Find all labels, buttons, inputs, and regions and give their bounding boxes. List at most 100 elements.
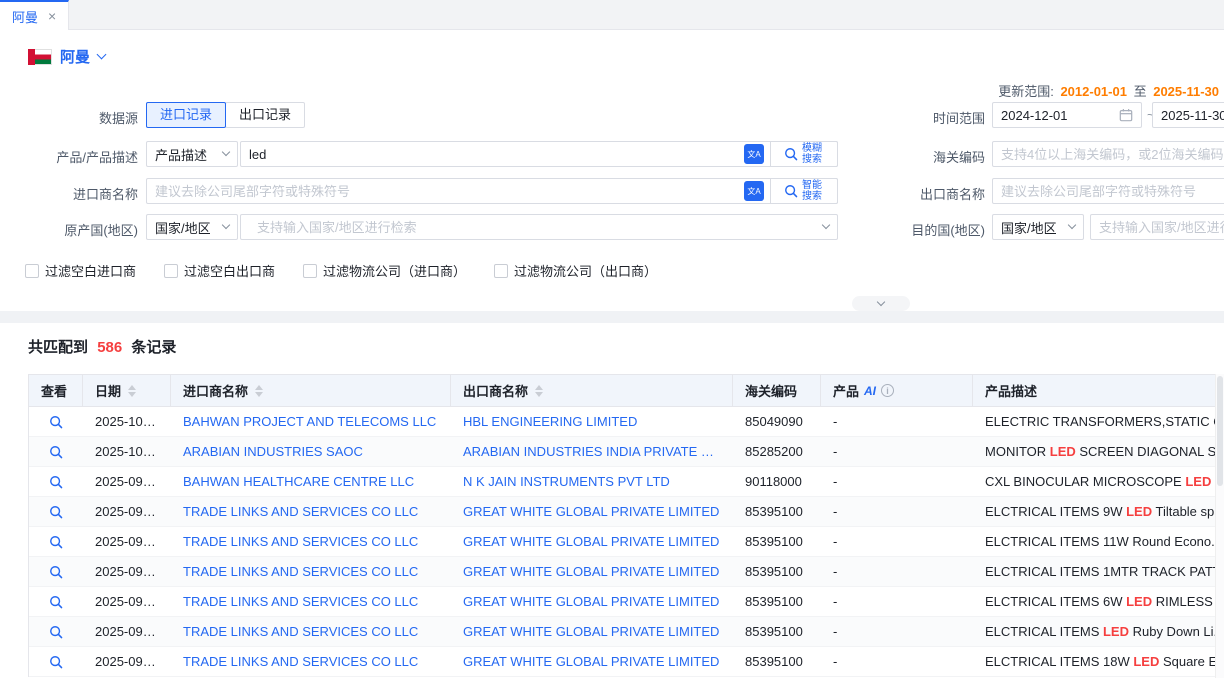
exporter-link[interactable]: GREAT WHITE GLOBAL PRIVATE LIMITED — [451, 594, 733, 609]
time-range-end-input[interactable]: 2025-11-30 — [1152, 102, 1224, 128]
view-magnifier-icon[interactable] — [49, 445, 63, 459]
origin-select-value: 国家/地区 — [155, 218, 211, 237]
exporter-link[interactable]: ARABIAN INDUSTRIES INDIA PRIVATE LIMIT..… — [451, 444, 733, 459]
product-type-select[interactable]: 产品描述 — [146, 141, 238, 167]
importer-link[interactable]: TRADE LINKS AND SERVICES CO LLC — [171, 624, 451, 639]
chevron-down-icon — [877, 298, 885, 306]
view-magnifier-icon[interactable] — [49, 595, 63, 609]
view-cell[interactable] — [29, 475, 83, 489]
hs-code-input[interactable] — [1001, 147, 1224, 162]
view-magnifier-icon[interactable] — [49, 655, 63, 669]
view-magnifier-icon[interactable] — [49, 535, 63, 549]
importer-link[interactable]: TRADE LINKS AND SERVICES CO LLC — [171, 504, 451, 519]
label-origin: 原产国(地区) — [0, 220, 138, 239]
filter-checkbox-2[interactable]: 过滤空白出口商 — [164, 261, 275, 280]
time-range-start-input[interactable]: 2024-12-01 — [992, 102, 1142, 128]
view-magnifier-icon[interactable] — [49, 415, 63, 429]
exporter-link[interactable]: GREAT WHITE GLOBAL PRIVATE LIMITED — [451, 654, 733, 669]
scrollbar-thumb[interactable] — [1217, 376, 1223, 486]
view-magnifier-icon[interactable] — [49, 505, 63, 519]
exporter-link[interactable]: GREAT WHITE GLOBAL PRIVATE LIMITED — [451, 534, 733, 549]
tab-oman[interactable]: 阿曼 × — [0, 0, 69, 30]
date-cell: 2025-10-07 — [83, 444, 171, 459]
checkbox-box[interactable] — [494, 264, 508, 278]
importer-link[interactable]: BAHWAN HEALTHCARE CENTRE LLC — [171, 474, 451, 489]
column-header-3[interactable]: 进口商名称 — [171, 375, 451, 406]
import-records-button[interactable]: 进口记录 — [146, 102, 226, 128]
importer-link[interactable]: ARABIAN INDUSTRIES SAOC — [171, 444, 451, 459]
column-header-2[interactable]: 日期 — [83, 375, 171, 406]
checkbox-label: 过滤空白出口商 — [184, 261, 275, 280]
country-selector[interactable]: 阿曼 — [28, 46, 105, 67]
date-cell: 2025-09-29 — [83, 624, 171, 639]
product-cell: - — [821, 624, 973, 639]
export-records-button[interactable]: 出口记录 — [225, 102, 305, 128]
checkbox-box[interactable] — [25, 264, 39, 278]
ai-badge: AI — [864, 384, 876, 398]
date-cell: 2025-09-29 — [83, 504, 171, 519]
view-cell[interactable] — [29, 565, 83, 579]
collapse-panel-button[interactable] — [852, 296, 910, 311]
checkbox-box[interactable] — [164, 264, 178, 278]
filter-checkbox-3[interactable]: 过滤物流公司（进口商） — [303, 261, 466, 280]
sort-icon[interactable] — [535, 385, 543, 397]
origin-country-field[interactable] — [249, 220, 823, 235]
date-cell: 2025-09-30 — [83, 474, 171, 489]
exporter-link[interactable]: N K JAIN INSTRUMENTS PVT LTD — [451, 474, 733, 489]
table-body: 2025-10-09BAHWAN PROJECT AND TELECOMS LL… — [29, 407, 1224, 677]
view-cell[interactable] — [29, 535, 83, 549]
oman-flag-icon — [28, 49, 52, 65]
date-cell: 2025-09-29 — [83, 654, 171, 669]
smart-search-button[interactable]: 智能搜索 — [770, 178, 838, 204]
product-search-input[interactable] — [241, 147, 744, 162]
date-cell: 2025-09-29 — [83, 534, 171, 549]
view-cell[interactable] — [29, 415, 83, 429]
view-cell[interactable] — [29, 655, 83, 669]
info-icon[interactable]: i — [881, 384, 894, 397]
exporter-link[interactable]: HBL ENGINEERING LIMITED — [451, 414, 733, 429]
origin-country-input[interactable] — [240, 214, 838, 240]
view-magnifier-icon[interactable] — [49, 565, 63, 579]
checkbox-box[interactable] — [303, 264, 317, 278]
importer-link[interactable]: TRADE LINKS AND SERVICES CO LLC — [171, 564, 451, 579]
filter-checkbox-1[interactable]: 过滤空白进口商 — [25, 261, 136, 280]
view-cell[interactable] — [29, 595, 83, 609]
translate-icon[interactable]: 文A — [744, 144, 764, 164]
magnifier-icon — [49, 655, 63, 669]
column-header-4[interactable]: 出口商名称 — [451, 375, 733, 406]
exporter-link[interactable]: GREAT WHITE GLOBAL PRIVATE LIMITED — [451, 504, 733, 519]
data-source-toggle: 进口记录 出口记录 — [146, 102, 305, 128]
translate-icon[interactable]: 文A — [744, 181, 764, 201]
date-cell: 2025-10-09 — [83, 414, 171, 429]
hs-code-cell: 85395100 — [733, 564, 821, 579]
fuzzy-search-button[interactable]: 模糊搜索 — [770, 141, 838, 167]
exporter-link[interactable]: GREAT WHITE GLOBAL PRIVATE LIMITED — [451, 624, 733, 639]
exporter-link[interactable]: GREAT WHITE GLOBAL PRIVATE LIMITED — [451, 564, 733, 579]
chevron-down-icon — [1068, 221, 1076, 229]
importer-search-group: 文A 智能搜索 — [146, 178, 838, 204]
view-cell[interactable] — [29, 445, 83, 459]
sort-icon[interactable] — [128, 385, 136, 397]
destination-country-input[interactable] — [1090, 214, 1224, 240]
importer-link[interactable]: TRADE LINKS AND SERVICES CO LLC — [171, 654, 451, 669]
exporter-name-input[interactable] — [1001, 184, 1224, 199]
filter-checkbox-4[interactable]: 过滤物流公司（出口商） — [494, 261, 657, 280]
sort-icon[interactable] — [255, 385, 263, 397]
view-cell[interactable] — [29, 505, 83, 519]
exporter-name-input-wrap[interactable] — [992, 178, 1224, 204]
importer-link[interactable]: TRADE LINKS AND SERVICES CO LLC — [171, 594, 451, 609]
vertical-scrollbar[interactable] — [1215, 374, 1224, 678]
importer-link[interactable]: BAHWAN PROJECT AND TELECOMS LLC — [171, 414, 451, 429]
destination-country-select[interactable]: 国家/地区 — [992, 214, 1084, 240]
product-cell: - — [821, 534, 973, 549]
table-row: 2025-09-29TRADE LINKS AND SERVICES CO LL… — [29, 497, 1224, 527]
importer-name-input[interactable] — [147, 184, 744, 199]
view-cell[interactable] — [29, 625, 83, 639]
tab-close-icon[interactable]: × — [48, 9, 56, 23]
view-magnifier-icon[interactable] — [49, 475, 63, 489]
origin-country-select[interactable]: 国家/地区 — [146, 214, 238, 240]
importer-link[interactable]: TRADE LINKS AND SERVICES CO LLC — [171, 534, 451, 549]
view-magnifier-icon[interactable] — [49, 625, 63, 639]
hs-code-input-wrap[interactable] — [992, 141, 1224, 167]
destination-country-field[interactable] — [1099, 220, 1224, 235]
